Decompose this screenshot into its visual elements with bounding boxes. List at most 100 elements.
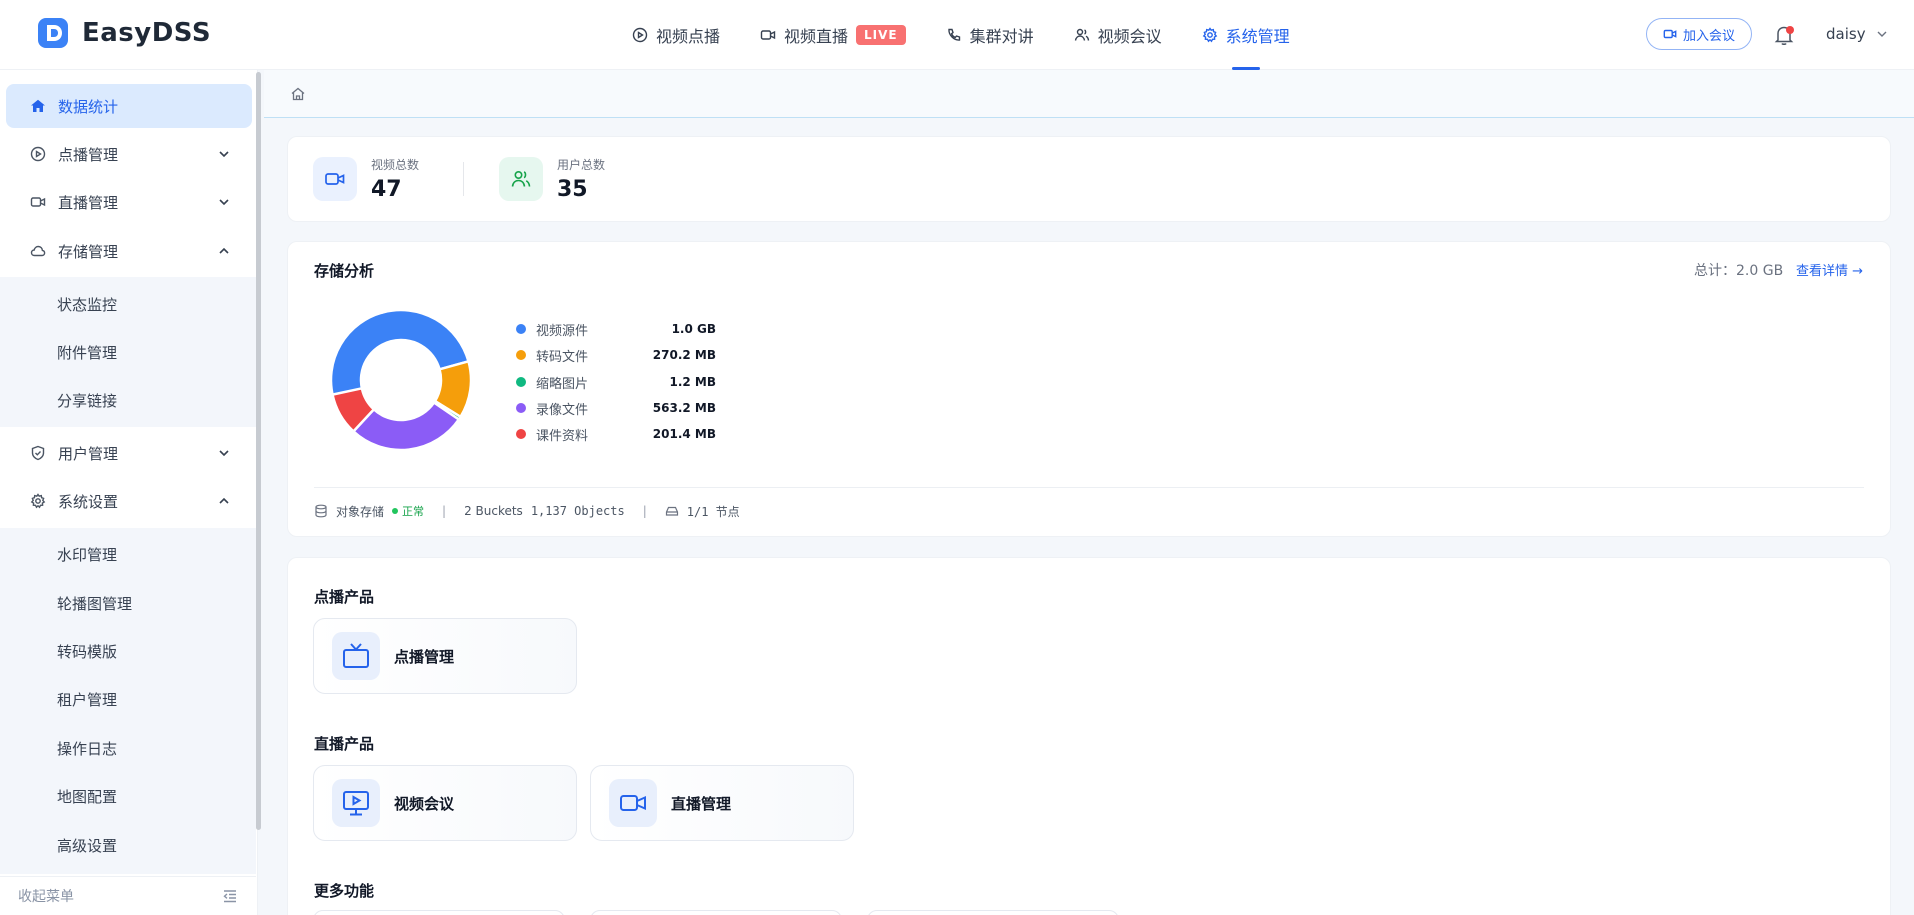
sidebar-subitem-attachments[interactable]: 附件管理 xyxy=(0,330,256,374)
nav-system[interactable]: 系统管理 xyxy=(1182,0,1310,70)
chevron-down-icon xyxy=(219,151,229,158)
sidebar-item-label: 用户管理 xyxy=(58,444,119,463)
legend-item: 课件资料 201.4 MB xyxy=(516,424,716,444)
legend-value: 1.0 GB xyxy=(671,322,716,336)
legend-dot xyxy=(516,429,526,439)
users-icon xyxy=(1074,28,1089,41)
product-vod-management[interactable]: 点播管理 xyxy=(313,618,577,694)
collapse-menu-label: 收起菜单 xyxy=(18,889,74,905)
sidebar-scrollbar[interactable] xyxy=(256,72,261,830)
product-label: 点播管理 xyxy=(394,647,455,666)
legend-value: 1.2 MB xyxy=(669,375,716,389)
nav-live-label: 视频直播 xyxy=(784,27,849,46)
feature-card[interactable] xyxy=(313,910,565,915)
status-badge: 正常 xyxy=(392,503,424,519)
legend-label: 录像文件 xyxy=(536,402,589,418)
nav-meeting-label: 视频会议 xyxy=(1097,27,1162,46)
sidebar-subitem-tenants[interactable]: 租户管理 xyxy=(0,677,256,721)
chevron-up-icon xyxy=(219,497,229,504)
product-icon-bg xyxy=(332,632,380,680)
legend-item: 视频源件 1.0 GB xyxy=(516,319,716,339)
home-icon xyxy=(31,99,45,112)
live-products-title: 直播产品 xyxy=(314,735,375,753)
chevron-up-icon xyxy=(219,247,229,254)
home-icon[interactable] xyxy=(290,86,306,102)
sidebar-item-settings[interactable]: 系统设置 xyxy=(0,479,256,523)
stat-users: 用户总数 35 xyxy=(499,156,605,202)
sidebar-item-label: 点播管理 xyxy=(58,145,119,164)
more-features-title: 更多功能 xyxy=(314,882,375,900)
nav-intercom-label: 集群对讲 xyxy=(969,27,1034,46)
divider xyxy=(314,487,1864,488)
nav-live[interactable]: 视频直播 LIVE xyxy=(740,0,926,70)
user-menu[interactable]: daisy xyxy=(1826,25,1888,43)
sidebar-item-storage[interactable]: 存储管理 xyxy=(0,229,256,273)
sidebar-subitem-operation-log[interactable]: 操作日志 xyxy=(0,726,256,770)
feature-card[interactable] xyxy=(590,910,842,915)
sidebar-subitem-share-links[interactable]: 分享链接 xyxy=(0,378,256,422)
stat-divider xyxy=(463,162,464,196)
nav-vod[interactable]: 视频点播 xyxy=(612,0,740,70)
stat-text: 用户总数 35 xyxy=(557,156,605,202)
top-header: EasyDSS 视频点播 视频直播 LIVE 集群对讲 视频会议 系统管理 加入… xyxy=(0,0,1914,70)
legend-value: 270.2 MB xyxy=(652,348,716,362)
sidebar-item-live[interactable]: 直播管理 xyxy=(0,180,256,224)
sidebar-item-label: 存储管理 xyxy=(58,242,119,261)
legend-label: 视频源件 xyxy=(536,323,589,339)
legend-label: 缩略图片 xyxy=(536,376,589,392)
view-details-link[interactable]: 查看详情 → xyxy=(1796,260,1863,279)
product-video-meeting[interactable]: 视频会议 xyxy=(313,765,577,841)
tv-icon xyxy=(343,643,369,668)
gear-icon xyxy=(1202,27,1217,43)
collapse-menu-button[interactable]: 收起菜单 xyxy=(0,876,256,915)
legend-dot xyxy=(516,350,526,360)
sidebar-subitem-watermark[interactable]: 水印管理 xyxy=(0,532,256,576)
storage-status-row: 对象存储 正常 | 2 Buckets 1,137 Objects | 1/1 … xyxy=(314,502,740,520)
notification-dot xyxy=(1786,26,1794,34)
join-meeting-label: 加入会议 xyxy=(1683,28,1736,44)
monitor-play-icon xyxy=(343,791,369,816)
feature-card[interactable] xyxy=(867,910,1119,915)
nav-intercom[interactable]: 集群对讲 xyxy=(926,0,1054,70)
product-live-management[interactable]: 直播管理 xyxy=(590,765,854,841)
legend-label: 课件资料 xyxy=(536,428,589,444)
stat-label: 视频总数 xyxy=(371,158,420,172)
video-camera-icon xyxy=(760,30,776,40)
chevron-down-icon xyxy=(219,450,229,457)
chevron-down-icon xyxy=(219,199,229,206)
sidebar-item-label: 数据统计 xyxy=(58,97,119,116)
stat-videos: 视频总数 47 xyxy=(313,156,419,202)
brand[interactable]: EasyDSS xyxy=(36,16,211,50)
chevron-down-icon xyxy=(1877,31,1887,37)
play-circle-icon xyxy=(632,27,648,43)
brand-name: EasyDSS xyxy=(82,18,212,48)
products-card xyxy=(287,557,1891,915)
node-count: 1/1 节点 xyxy=(686,504,740,519)
separator: | xyxy=(442,504,447,518)
stat-value: 35 xyxy=(557,177,588,202)
legend-item: 转码文件 270.2 MB xyxy=(516,345,716,365)
sidebar-subitem-carousel[interactable]: 轮播图管理 xyxy=(0,581,256,625)
sidebar-item-vod[interactable]: 点播管理 xyxy=(0,132,256,176)
legend-value: 201.4 MB xyxy=(652,427,716,441)
separator: | xyxy=(642,504,647,518)
sidebar-item-dashboard[interactable]: 数据统计 xyxy=(6,84,252,128)
storage-donut-chart xyxy=(329,308,473,452)
database-icon xyxy=(315,504,327,518)
object-count: 1,137 Objects xyxy=(530,504,625,518)
users-icon xyxy=(511,170,531,187)
video-camera-icon xyxy=(325,173,345,185)
stat-icon-bg xyxy=(499,157,543,201)
sidebar-subitem-transcode-template[interactable]: 转码模版 xyxy=(0,629,256,673)
sidebar-item-users[interactable]: 用户管理 xyxy=(0,431,256,475)
sidebar-subitem-advanced[interactable]: 高级设置 xyxy=(0,823,256,867)
nav-system-label: 系统管理 xyxy=(1225,27,1290,46)
sidebar-subitem-status-monitor[interactable]: 状态监控 xyxy=(0,282,256,326)
stat-label: 用户总数 xyxy=(557,158,606,172)
sidebar-subitem-map-config[interactable]: 地图配置 xyxy=(0,774,256,818)
breadcrumb xyxy=(264,70,1914,118)
join-meeting-button[interactable]: 加入会议 xyxy=(1646,18,1753,50)
legend-label: 转码文件 xyxy=(536,349,589,365)
sidebar-item-label: 直播管理 xyxy=(58,193,119,212)
nav-meeting[interactable]: 视频会议 xyxy=(1054,0,1182,70)
